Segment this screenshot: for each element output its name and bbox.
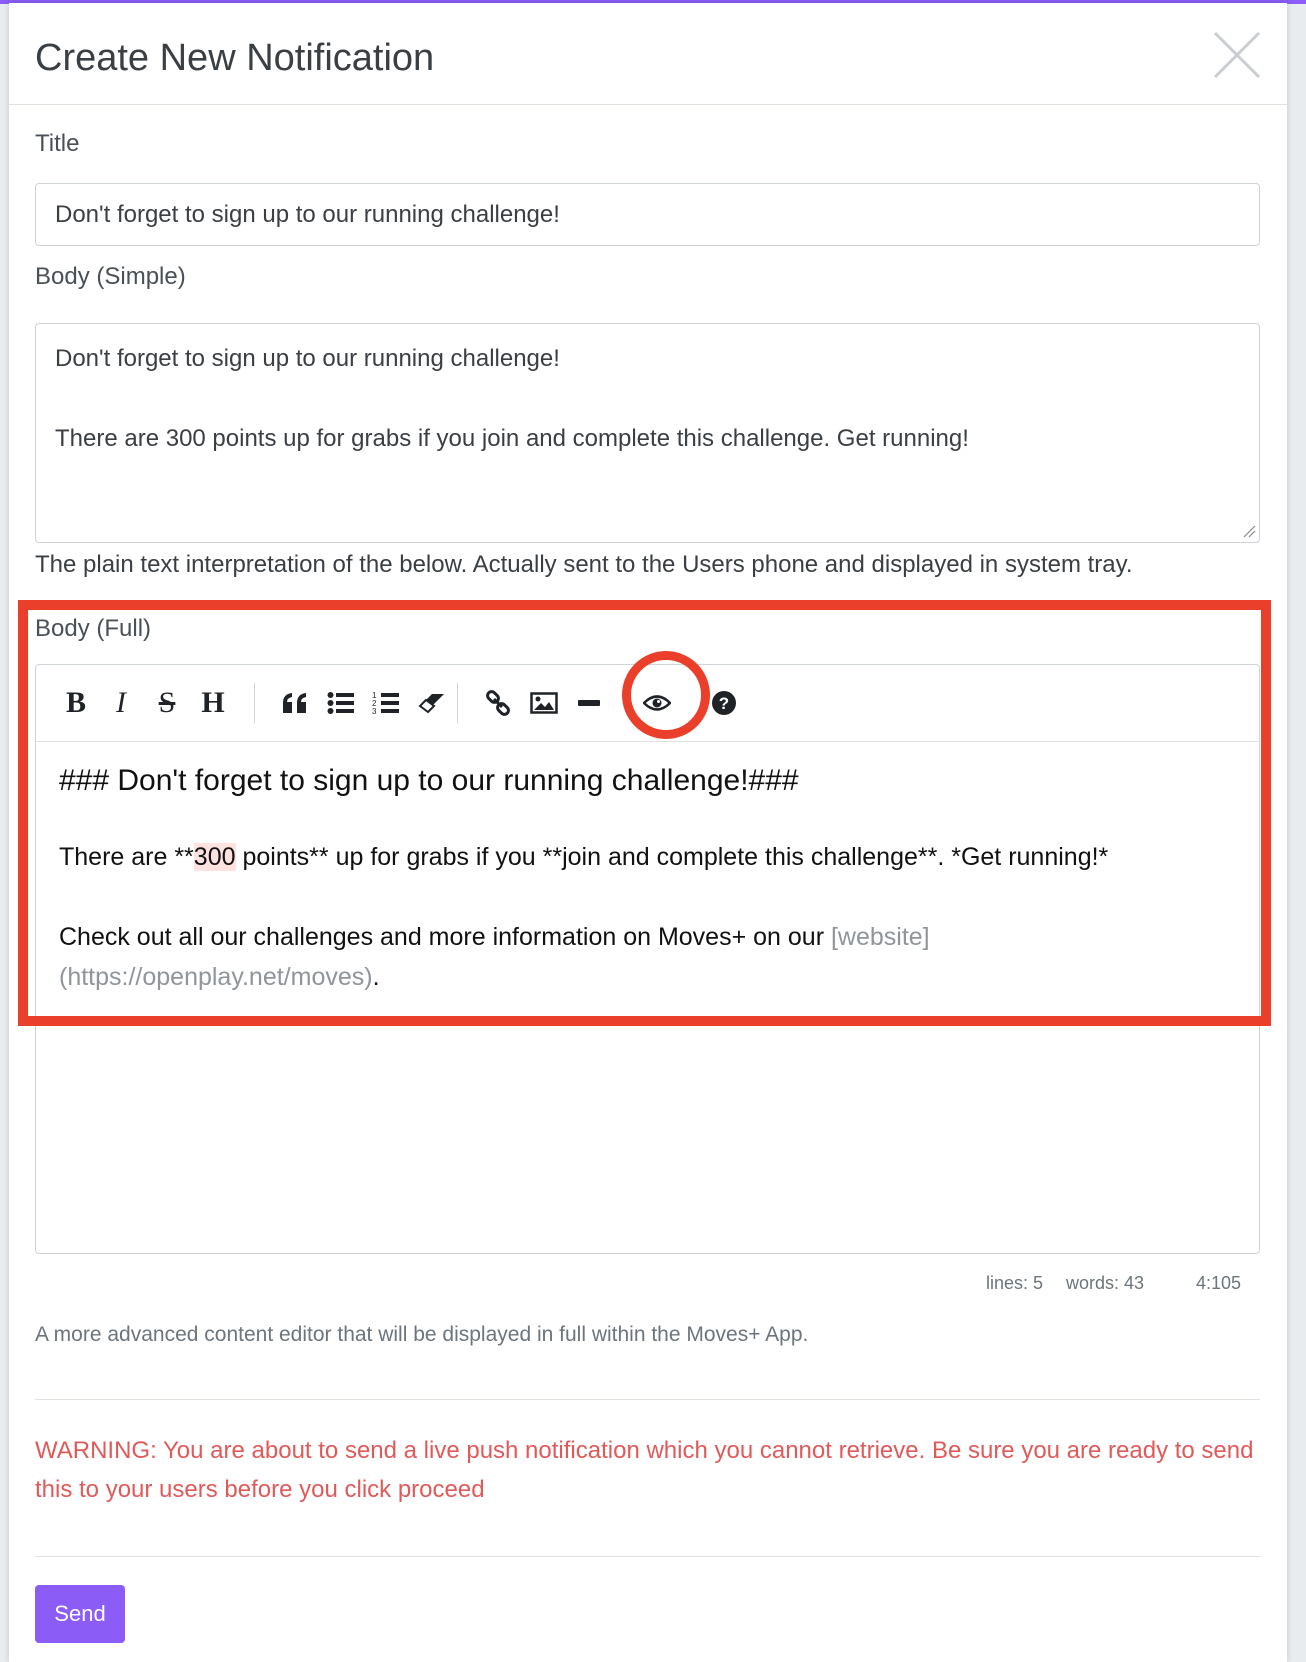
divider bbox=[35, 1399, 1260, 1400]
modal-title: Create New Notification bbox=[35, 37, 435, 79]
italic-icon: I bbox=[116, 686, 126, 719]
resize-grip-icon[interactable] bbox=[1242, 524, 1256, 538]
eye-icon bbox=[643, 695, 671, 711]
editor-status-words: words: 43 bbox=[1066, 1273, 1145, 1293]
editor-paragraph-2: Check out all our challenges and more in… bbox=[59, 917, 1229, 997]
editor-number-highlight: 300 bbox=[193, 843, 236, 871]
image-icon bbox=[530, 692, 558, 714]
clean-block-button[interactable] bbox=[413, 684, 451, 722]
unordered-list-button[interactable] bbox=[322, 684, 360, 722]
guide-button[interactable]: ? bbox=[705, 684, 743, 722]
image-button[interactable] bbox=[525, 684, 563, 722]
unordered-list-icon bbox=[327, 692, 354, 714]
body-simple-label: Body (Simple) bbox=[35, 263, 186, 290]
heading-button[interactable]: H bbox=[194, 684, 232, 722]
ordered-list-icon: 1 2 3 bbox=[372, 691, 399, 716]
editor-text: points** up for grabs if you **join and … bbox=[235, 843, 1109, 871]
quote-button[interactable] bbox=[276, 684, 314, 722]
body-simple-help: The plain text interpretation of the bel… bbox=[35, 551, 1133, 578]
help-icon: ? bbox=[712, 691, 736, 715]
bold-button[interactable]: B bbox=[57, 684, 95, 722]
create-notification-modal: Create New Notification Title Don't forg… bbox=[9, 3, 1287, 1662]
editor-text: Check out all our challenges and more in… bbox=[59, 923, 831, 951]
link-button[interactable] bbox=[479, 684, 517, 722]
toolbar-separator bbox=[254, 683, 255, 723]
body-simple-textarea[interactable]: Don't forget to sign up to our running c… bbox=[35, 323, 1260, 543]
modal-header: Create New Notification bbox=[9, 3, 1287, 105]
editor-link-url: (https://openplay.net/moves) bbox=[59, 963, 373, 991]
eraser-icon bbox=[418, 694, 444, 714]
editor-status-cursor: 4:105 bbox=[1196, 1273, 1242, 1293]
body-full-help: A more advanced content editor that will… bbox=[35, 1323, 809, 1346]
svg-text:3: 3 bbox=[372, 707, 377, 716]
quote-icon bbox=[283, 693, 306, 713]
editor-text: . bbox=[372, 963, 380, 991]
editor-link-text: [website] bbox=[830, 923, 930, 951]
markdown-editor: B I S H 1 2 3 ? ### Don't forget to sign… bbox=[35, 664, 1260, 1254]
editor-text: There are ** bbox=[59, 843, 194, 871]
horizontal-rule-button[interactable] bbox=[570, 684, 608, 722]
editor-status-lines: lines: 5 bbox=[986, 1273, 1044, 1293]
ordered-list-button[interactable]: 1 2 3 bbox=[367, 684, 405, 722]
preview-button[interactable] bbox=[638, 684, 676, 722]
editor-heading-line: ### Don't forget to sign up to our runni… bbox=[59, 764, 799, 797]
title-input[interactable]: Don't forget to sign up to our running c… bbox=[35, 183, 1260, 246]
close-icon bbox=[1213, 31, 1261, 79]
strikethrough-button[interactable]: S bbox=[148, 684, 186, 722]
link-icon bbox=[486, 690, 510, 716]
warning-message: WARNING: You are about to send a live pu… bbox=[35, 1437, 1254, 1503]
heading-icon: H bbox=[201, 686, 225, 719]
horizontal-rule-icon bbox=[578, 700, 600, 706]
title-label: Title bbox=[35, 130, 80, 157]
send-button[interactable]: Send bbox=[35, 1585, 125, 1643]
body-full-label: Body (Full) bbox=[35, 615, 152, 642]
divider bbox=[35, 1556, 1260, 1557]
svg-text:?: ? bbox=[719, 694, 729, 713]
close-button[interactable] bbox=[1209, 27, 1265, 83]
editor-toolbar: B I S H 1 2 3 ? bbox=[36, 665, 1259, 742]
editor-paragraph-1: There are **300 points** up for grabs if… bbox=[59, 837, 1229, 877]
toolbar-separator bbox=[457, 683, 458, 723]
italic-button[interactable]: I bbox=[102, 684, 140, 722]
bold-icon: B bbox=[65, 686, 86, 719]
strikethrough-icon: S bbox=[158, 686, 176, 719]
editor-content[interactable]: ### Don't forget to sign up to our runni… bbox=[59, 761, 1229, 997]
